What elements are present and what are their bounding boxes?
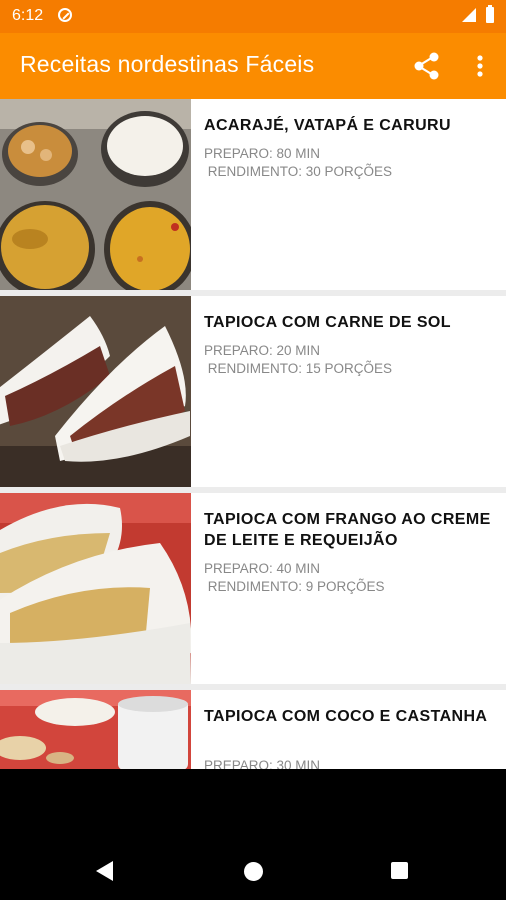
recipe-prep-time: PREPARO: 20 MIN [204,343,321,358]
recipe-title: TAPIOCA COM COCO E CASTANHA [204,708,488,725]
app-bar: Receitas nordestinas Fáceis [0,33,506,99]
recipe-prep-time: PREPARO: 80 MIN [204,146,321,161]
share-button[interactable] [410,49,444,83]
recipe-card[interactable]: ACARAJÉ, VATAPÁ E CARURU PREPARO: 80 MIN… [0,99,506,290]
recipe-title: ACARAJÉ, VATAPÁ E CARURU [204,117,451,134]
share-icon [414,52,439,80]
system-nav-bar [0,769,506,900]
signal-icon [462,8,476,22]
recipe-image [0,493,191,684]
no-entry-icon [58,8,72,22]
recipe-yield: RENDIMENTO: 9 PORÇÕES [204,579,385,594]
recipe-prep-time: PREPARO: 40 MIN [204,561,321,576]
home-icon[interactable] [244,862,263,881]
recipe-card[interactable]: TAPIOCA COM CARNE DE SOL PREPARO: 20 MIN… [0,296,506,487]
recipe-title: TAPIOCA COM CARNE DE SOL [204,314,451,331]
more-vert-icon [477,55,483,77]
recipe-prep-time: PREPARO: 30 MIN [204,758,321,769]
recipe-yield: RENDIMENTO: 30 PORÇÕES [204,164,393,179]
status-time: 6:12 [12,7,44,24]
back-icon[interactable] [96,861,113,881]
recipe-list[interactable]: ACARAJÉ, VATAPÁ E CARURU PREPARO: 80 MIN… [0,99,506,769]
recipe-card[interactable]: TAPIOCA COM FRANGO AO CREME DE LEITE E R… [0,493,506,684]
recipe-image [0,296,191,487]
recipe-image [0,690,191,769]
recipe-image [0,99,191,290]
recipe-title: TAPIOCA COM FRANGO AO CREME DE LEITE E R… [204,511,491,549]
recents-icon[interactable] [391,862,408,879]
recipe-yield: RENDIMENTO: 15 PORÇÕES [204,361,393,376]
recipe-card[interactable]: TAPIOCA COM COCO E CASTANHA PREPARO: 30 … [0,690,506,769]
status-bar: 6:12 [0,0,506,33]
app-title: Receitas nordestinas Fáceis [20,51,315,77]
battery-icon [486,5,494,23]
overflow-menu-button[interactable] [466,49,494,83]
